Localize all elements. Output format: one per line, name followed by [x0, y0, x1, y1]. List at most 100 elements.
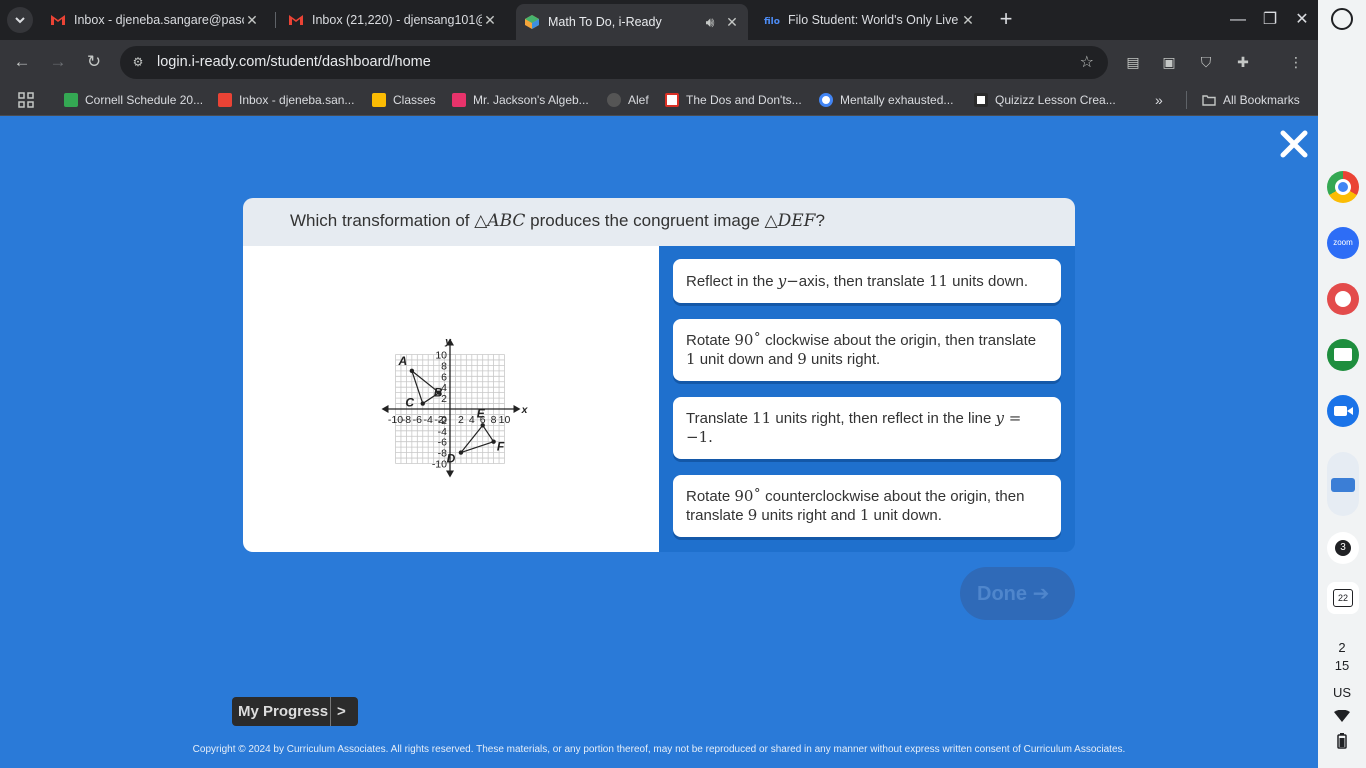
answer-choices: Reflect in the y−axis, then translate 11…: [659, 246, 1075, 552]
classroom-icon[interactable]: [1327, 339, 1359, 371]
meet-icon[interactable]: [1327, 395, 1359, 427]
x-tick-label: -8: [402, 414, 411, 426]
svg-text:filo: filo: [764, 17, 780, 27]
x-tick-label: -4: [424, 414, 433, 426]
x-tick-label: -6: [413, 414, 422, 426]
bookmark-item[interactable]: Mentally exhausted...: [819, 91, 953, 109]
tab-inbox-2[interactable]: Inbox (21,220) - djensang101@ ✕: [280, 6, 506, 34]
all-bookmarks-folder[interactable]: All Bookmarks: [1202, 91, 1300, 109]
x-axis-arrow: [513, 405, 521, 413]
back-icon[interactable]: ←: [10, 50, 34, 74]
coordinate-plane: -10-8 -6 -4 -20 2 4 6 8 10108642-2-4-6-8-10xyABC…: [381, 336, 529, 478]
bookmarks-bar: Cornell Schedule 20... Inbox - djeneba.s…: [0, 84, 1318, 116]
close-tab-icon[interactable]: ✕: [482, 12, 498, 29]
my-progress-label: My Progress: [238, 703, 329, 720]
y-tick-label: -10: [432, 459, 447, 471]
tab-title: Inbox - djeneba.sangare@pasc: [74, 13, 244, 27]
tab-title: Filo Student: World's Only Live I: [788, 13, 960, 27]
close-tab-icon[interactable]: ✕: [244, 12, 260, 29]
forward-icon[interactable]: →: [46, 50, 70, 74]
app-icon[interactable]: [1327, 452, 1359, 516]
graph-panel: -10 -8 -6 -4 -2 0 2 4 6 8 10 10 8 6 4 2 -2 -4 -6 -8 -10 x y A B C…: [243, 246, 659, 552]
zoom-icon[interactable]: zoom: [1327, 227, 1359, 259]
point-label: B: [434, 386, 443, 400]
x-axis-arrow: [381, 405, 389, 413]
iready-lesson: Which transformation of △ABC produces th…: [0, 117, 1318, 768]
extension-copy-icon[interactable]: ▣: [1159, 52, 1179, 72]
gmail-icon: [51, 15, 65, 25]
site-info-icon[interactable]: ⚙: [128, 52, 148, 72]
chevron-down-icon: [15, 17, 25, 24]
bookmark-star-icon[interactable]: ☆: [1080, 52, 1094, 72]
bookmark-item[interactable]: Alef: [607, 91, 649, 109]
reload-icon[interactable]: ↻: [82, 50, 106, 74]
launcher-icon[interactable]: [1331, 8, 1353, 30]
calendar-icon[interactable]: 22: [1327, 582, 1359, 614]
x-axis-label: x: [521, 404, 529, 416]
tab-inbox-1[interactable]: Inbox - djeneba.sangare@pasc ✕: [42, 6, 268, 34]
filo-icon: filo: [764, 17, 780, 27]
extensions-puzzle-icon[interactable]: ✚: [1233, 52, 1253, 72]
tab-search-button[interactable]: [7, 7, 33, 33]
point-f: [491, 439, 496, 444]
point-label: A: [398, 354, 408, 368]
choice-3[interactable]: Translate 11 units right, then reflect i…: [673, 397, 1061, 459]
battery-icon[interactable]: [1337, 733, 1347, 749]
bookmark-item[interactable]: Classes: [372, 91, 436, 109]
close-tab-icon[interactable]: ✕: [724, 14, 740, 31]
bookmark-item[interactable]: Inbox - djeneba.san...: [218, 91, 354, 109]
close-icon[interactable]: [1279, 129, 1309, 159]
more-bookmarks-icon[interactable]: »: [1155, 91, 1163, 109]
point-label: F: [497, 440, 505, 454]
gmail-icon: [289, 15, 303, 25]
clock-hour[interactable]: 2: [1318, 640, 1366, 655]
close-tab-icon[interactable]: ✕: [960, 12, 976, 29]
tab-filo[interactable]: filo Filo Student: World's Only Live I ✕: [756, 6, 984, 34]
point-label: C: [405, 396, 414, 410]
x-tick-label: 2: [458, 414, 464, 426]
point-a: [409, 368, 415, 374]
x-tick-label: 8: [491, 414, 497, 426]
my-progress-button[interactable]: My Progress >: [232, 697, 358, 726]
chrome-icon[interactable]: [1327, 171, 1359, 203]
x-tick-label: 4: [469, 414, 475, 426]
bookmark-item[interactable]: Cornell Schedule 20...: [64, 91, 203, 109]
point-label: E: [477, 406, 486, 420]
toolbar: ← → ↻ ⚙ login.i-ready.com/student/dashbo…: [0, 40, 1318, 84]
point-e: [480, 423, 485, 428]
speaker-icon[interactable]: 🔊︎: [702, 14, 718, 31]
point-c: [420, 401, 425, 406]
address-bar[interactable]: ⚙ login.i-ready.com/student/dashboard/ho…: [120, 46, 1108, 79]
arrow-right-icon: ➔: [1032, 583, 1050, 605]
notifications-badge[interactable]: 3: [1327, 532, 1359, 564]
palette-icon[interactable]: [1327, 283, 1359, 315]
done-button[interactable]: Done ➔: [960, 567, 1075, 620]
iready-icon: [525, 15, 539, 29]
x-tick-label: 10: [499, 414, 511, 426]
chevron-right-icon: >: [337, 703, 346, 720]
copyright-text: Copyright © 2024 by Curriculum Associate…: [192, 744, 1126, 755]
menu-kebab-icon[interactable]: ⋮: [1286, 52, 1306, 72]
choice-1[interactable]: Reflect in the y−axis, then translate 11…: [673, 259, 1061, 303]
y-axis-arrow: [446, 470, 454, 478]
point-label: D: [447, 452, 456, 466]
input-locale[interactable]: US: [1318, 685, 1366, 700]
triangle-def: △DEF: [764, 211, 816, 231]
clock-minute[interactable]: 15: [1318, 658, 1366, 673]
extension-shield-icon[interactable]: ⛉: [1196, 52, 1216, 72]
bookmark-item[interactable]: Quizizz Lesson Crea...: [974, 91, 1116, 109]
bookmark-item[interactable]: Mr. Jackson's Algeb...: [452, 91, 589, 109]
system-shelf: zoom 3 22 2 15 US: [1318, 0, 1366, 768]
new-tab-button[interactable]: +: [994, 8, 1018, 32]
url-text[interactable]: login.i-ready.com/student/dashboard/home: [157, 54, 431, 70]
choice-2[interactable]: Rotate 90˚ clockwise about the origin, t…: [673, 319, 1061, 381]
apps-grid-icon[interactable]: [18, 91, 34, 109]
restore-icon[interactable]: ❐: [1258, 8, 1282, 32]
tab-iready[interactable]: Math To Do, i-Ready 🔊︎ ✕: [516, 4, 748, 40]
close-window-icon[interactable]: ✕: [1290, 8, 1314, 32]
extension-printer-icon[interactable]: ▤: [1123, 52, 1143, 72]
wifi-icon[interactable]: [1334, 710, 1350, 722]
bookmark-item[interactable]: The Dos and Don'ts...: [665, 91, 802, 109]
minimize-icon[interactable]: —: [1226, 8, 1250, 32]
choice-4[interactable]: Rotate 90˚ counterclockwise about the or…: [673, 475, 1061, 537]
